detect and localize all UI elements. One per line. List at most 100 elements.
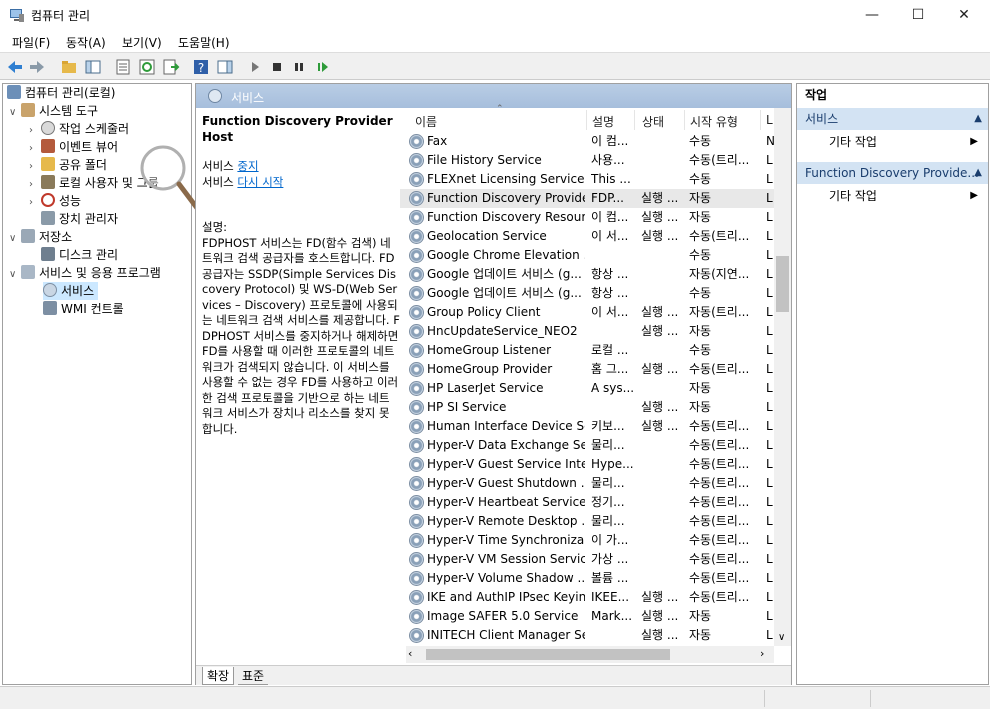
column-status[interactable]: 상태 — [642, 113, 664, 130]
table-row[interactable]: Geolocation Service 이 서... 실행 ... 수동(트리... L — [400, 227, 774, 246]
scroll-down-icon[interactable]: ∨ — [778, 632, 785, 643]
column-description[interactable]: 설명 — [592, 113, 614, 130]
table-row[interactable]: HomeGroup Provider 홈 그... 실행 ... 수동(트리... L — [400, 360, 774, 379]
table-row[interactable]: Hyper-V Guest Service Inte... Hype... 수동(트… — [400, 455, 774, 474]
table-row[interactable]: HomeGroup Listener 로컬 ... 수동 L — [400, 341, 774, 360]
cell-logon: L — [766, 571, 773, 585]
show-action-pane-icon[interactable] — [216, 58, 234, 76]
table-row[interactable]: Hyper-V Guest Shutdown ... 물리... 수동(트리... L — [400, 474, 774, 493]
menu-file[interactable]: 파일(F) — [12, 34, 50, 51]
tree-item-storage[interactable]: ∨ 저장소 — [9, 228, 72, 246]
table-row[interactable]: Google 업데이트 서비스 (g... 항상 ... 수동 L — [400, 284, 774, 303]
gear-icon — [409, 476, 424, 491]
table-row[interactable]: File History Service 사용... 수동(트리... L — [400, 151, 774, 170]
table-row[interactable]: Hyper-V Volume Shadow ... 볼륨 ... 수동(트리... L — [400, 569, 774, 588]
vertical-scrollbar[interactable]: ∨ — [774, 108, 791, 646]
cell-description: This ... — [591, 172, 631, 186]
table-row[interactable]: Image SAFER 5.0 Service Mark... 실행 ... 자동 L — [400, 607, 774, 626]
close-button[interactable]: ✕ — [941, 0, 987, 30]
table-row[interactable]: Hyper-V Time Synchroniza... 이 가... 수동(트리..… — [400, 531, 774, 550]
chevron-down-icon[interactable]: ∨ — [9, 104, 21, 122]
restart-service-icon[interactable] — [314, 58, 332, 76]
properties-icon[interactable] — [114, 58, 132, 76]
chevron-right-icon[interactable]: › — [29, 194, 41, 212]
column-startup-type[interactable]: 시작 유형 — [690, 113, 738, 130]
table-row[interactable]: HP LaserJet Service A sys... 자동 L — [400, 379, 774, 398]
tree-item-services[interactable]: 서비스 — [43, 282, 99, 300]
actions-section-services[interactable]: 서비스 ▲ — [797, 108, 988, 130]
table-row[interactable]: IKE and AuthIP IPsec Keyin... IKEE... 실행 .… — [400, 588, 774, 607]
back-arrow-icon[interactable] — [6, 58, 24, 76]
pause-service-icon[interactable] — [290, 58, 308, 76]
tree-item-task-scheduler[interactable]: › 작업 스케줄러 — [29, 120, 129, 138]
stop-service-icon[interactable] — [268, 58, 286, 76]
menu-view[interactable]: 보기(V) — [122, 34, 162, 51]
refresh-icon[interactable] — [138, 58, 156, 76]
table-row[interactable]: Google Chrome Elevation ... 수동 L — [400, 246, 774, 265]
table-row[interactable]: Group Policy Client 이 서... 실행 ... 자동(트리... L — [400, 303, 774, 322]
more-actions-2[interactable]: 기타 작업 ▶ — [797, 185, 988, 207]
up-folder-icon[interactable] — [60, 58, 78, 76]
scroll-left-icon[interactable]: ‹ — [408, 647, 412, 660]
table-row[interactable]: FLEXnet Licensing Service This ... 수동 L — [400, 170, 774, 189]
restart-service-link[interactable]: 다시 시작 — [237, 175, 283, 189]
cell-logon: L — [766, 609, 773, 623]
cell-name: Hyper-V VM Session Service — [427, 552, 585, 566]
scrollbar-thumb[interactable] — [426, 649, 670, 660]
table-row[interactable]: Hyper-V Data Exchange Se... 물리... 수동(트리...… — [400, 436, 774, 455]
tree-item-performance[interactable]: › 성능 — [29, 192, 81, 210]
help-icon[interactable]: ? — [192, 58, 210, 76]
chevron-down-icon[interactable]: ∨ — [9, 230, 21, 248]
cell-description: 이 컴... — [591, 134, 629, 148]
column-name[interactable]: 이름 — [415, 113, 437, 130]
tree-item-event-viewer[interactable]: › 이벤트 뷰어 — [29, 138, 118, 156]
tree-label: 디스크 관리 — [59, 248, 119, 262]
table-row[interactable]: Function Discovery Resour... 이 컴... 실행 ...… — [400, 208, 774, 227]
gear-icon — [208, 89, 222, 103]
more-actions-1[interactable]: 기타 작업 ▶ — [797, 131, 988, 153]
tree-item-wmi[interactable]: WMI 컨트롤 — [43, 300, 124, 318]
tree-item-device-manager[interactable]: 장치 관리자 — [41, 210, 118, 228]
column-logon[interactable]: L — [766, 113, 773, 127]
tab-extended[interactable]: 확장 — [202, 667, 235, 685]
actions-section-selected-service[interactable]: Function Discovery Provide... ▲ — [797, 162, 988, 184]
tree-item-system-tools[interactable]: ∨ 시스템 도구 — [9, 102, 98, 120]
menu-bar: 파일(F) 동작(A) 보기(V) 도움말(H) — [0, 30, 990, 52]
chevron-down-icon[interactable]: ∨ — [9, 266, 21, 284]
start-service-icon[interactable] — [246, 58, 264, 76]
collapse-icon[interactable]: ▲ — [974, 162, 982, 184]
stop-service-link[interactable]: 중지 — [237, 159, 258, 173]
tree-item-disk-management[interactable]: 디스크 관리 — [41, 246, 118, 264]
cell-startup-type: 수동(트리... — [689, 571, 750, 585]
cell-logon: L — [766, 552, 773, 566]
cell-description: 정기... — [591, 495, 625, 509]
tab-standard[interactable]: 표준 — [238, 667, 269, 685]
collapse-icon[interactable]: ▲ — [974, 108, 982, 130]
menu-action[interactable]: 동작(A) — [66, 34, 106, 51]
table-row[interactable]: Human Interface Device Se... 키보... 실행 ... 수… — [400, 417, 774, 436]
tree-item-shared-folders[interactable]: › 공유 폴더 — [29, 156, 107, 174]
scroll-right-icon[interactable]: › — [760, 647, 764, 660]
table-row[interactable]: HP SI Service 실행 ... 자동 L — [400, 398, 774, 417]
menu-help[interactable]: 도움말(H) — [178, 34, 230, 51]
tree-item-root[interactable]: 컴퓨터 관리(로컬) — [7, 84, 115, 102]
table-row[interactable]: INITECH Client Manager Se... 실행 ... 자동 L — [400, 626, 774, 645]
cell-startup-type: 수동 — [689, 134, 712, 148]
table-row[interactable]: HncUpdateService_NEO2 실행 ... 자동 L — [400, 322, 774, 341]
minimize-button[interactable]: — — [849, 0, 895, 30]
table-row[interactable]: Google 업데이트 서비스 (g... 항상 ... 자동(지연... L — [400, 265, 774, 284]
cell-status: 실행 ... — [641, 362, 679, 376]
table-row[interactable]: Function Discovery Provide... FDP... 실행 ..… — [400, 189, 774, 208]
tree-item-services-apps[interactable]: ∨ 서비스 및 응용 프로그램 — [9, 264, 161, 282]
table-row[interactable]: Hyper-V VM Session Service 가상 ... 수동(트리...… — [400, 550, 774, 569]
scrollbar-thumb[interactable] — [776, 256, 789, 312]
show-hide-console-tree-icon[interactable] — [84, 58, 102, 76]
forward-arrow-icon[interactable] — [28, 58, 46, 76]
horizontal-scrollbar[interactable]: ‹ › — [406, 646, 774, 663]
maximize-button[interactable]: ☐ — [895, 0, 941, 30]
table-row[interactable]: Hyper-V Remote Desktop ... 물리... 수동(트리... L — [400, 512, 774, 531]
table-row[interactable]: Hyper-V Heartbeat Service 정기... 수동(트리... L — [400, 493, 774, 512]
cell-logon: L — [766, 153, 773, 167]
table-row[interactable]: Fax 이 컴... 수동 N — [400, 132, 774, 151]
export-list-icon[interactable] — [162, 58, 180, 76]
